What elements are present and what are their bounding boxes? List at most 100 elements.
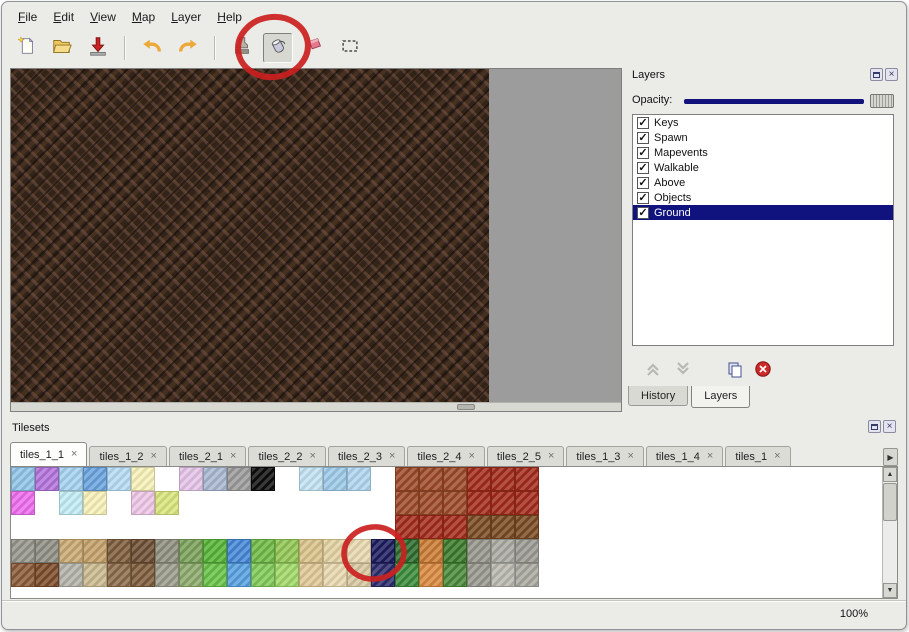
undo-button[interactable] (137, 33, 167, 63)
redo-button[interactable] (173, 33, 203, 63)
tile-0-5[interactable] (131, 467, 155, 491)
palette-vertical-scrollbar[interactable]: ▲ ▼ (882, 467, 897, 598)
opacity-slider-handle[interactable] (870, 94, 894, 108)
tile-4-11[interactable] (275, 563, 299, 587)
tile-3-0[interactable] (11, 539, 35, 563)
tile-0-21[interactable] (515, 467, 539, 491)
tile-2-4[interactable] (107, 515, 131, 539)
tile-2-17[interactable] (419, 515, 443, 539)
tile-1-1[interactable] (35, 491, 59, 515)
tile-1-20[interactable] (491, 491, 515, 515)
tile-0-19[interactable] (467, 467, 491, 491)
tile-0-7[interactable] (179, 467, 203, 491)
tab-close-icon[interactable]: × (71, 449, 77, 460)
tile-0-3[interactable] (83, 467, 107, 491)
tile-2-7[interactable] (179, 515, 203, 539)
layer-row-ground[interactable]: ✓Ground (633, 205, 893, 220)
layer-visibility-checkbox[interactable]: ✓ (637, 207, 649, 219)
menu-item-view[interactable]: View (82, 8, 124, 26)
tile-4-9[interactable] (227, 563, 251, 587)
tile-2-16[interactable] (395, 515, 419, 539)
tile-3-3[interactable] (83, 539, 107, 563)
tile-4-19[interactable] (467, 563, 491, 587)
tile-3-5[interactable] (131, 539, 155, 563)
tile-0-15[interactable] (371, 467, 395, 491)
tab-close-icon[interactable]: × (707, 451, 713, 462)
tile-0-13[interactable] (323, 467, 347, 491)
tile-2-6[interactable] (155, 515, 179, 539)
tile-3-9[interactable] (227, 539, 251, 563)
tab-close-icon[interactable]: × (389, 451, 395, 462)
tile-3-12[interactable] (299, 539, 323, 563)
tile-3-1[interactable] (35, 539, 59, 563)
tab-scroll-right-button[interactable]: ▶ (883, 448, 898, 466)
tileset-tab-tiles_1[interactable]: tiles_1× (725, 446, 790, 466)
tileset-tab-tiles_2_3[interactable]: tiles_2_3× (328, 446, 405, 466)
tile-3-18[interactable] (443, 539, 467, 563)
tile-1-18[interactable] (443, 491, 467, 515)
tile-4-0[interactable] (11, 563, 35, 587)
tile-2-11[interactable] (275, 515, 299, 539)
tile-0-8[interactable] (203, 467, 227, 491)
tile-3-11[interactable] (275, 539, 299, 563)
float-panel-button[interactable] (868, 420, 881, 433)
float-panel-button[interactable] (870, 68, 883, 81)
tile-0-11[interactable] (275, 467, 299, 491)
tile-0-0[interactable] (11, 467, 35, 491)
open-map-button[interactable] (47, 33, 77, 63)
tab-close-icon[interactable]: × (627, 451, 633, 462)
tile-2-14[interactable] (347, 515, 371, 539)
select-tool-button[interactable] (335, 33, 365, 63)
tile-3-17[interactable] (419, 539, 443, 563)
tile-2-3[interactable] (83, 515, 107, 539)
tile-1-0[interactable] (11, 491, 35, 515)
tile-1-6[interactable] (155, 491, 179, 515)
tile-1-7[interactable] (179, 491, 203, 515)
tile-2-10[interactable] (251, 515, 275, 539)
menu-item-layer[interactable]: Layer (163, 8, 209, 26)
tile-4-17[interactable] (419, 563, 443, 587)
tab-close-icon[interactable]: × (468, 451, 474, 462)
layer-row-walkable[interactable]: ✓Walkable (633, 160, 893, 175)
tile-3-10[interactable] (251, 539, 275, 563)
tile-2-20[interactable] (491, 515, 515, 539)
tile-0-14[interactable] (347, 467, 371, 491)
tile-4-13[interactable] (323, 563, 347, 587)
tile-3-15[interactable] (371, 539, 395, 563)
stamp-tool-button[interactable] (227, 33, 257, 63)
tile-0-12[interactable] (299, 467, 323, 491)
tile-2-5[interactable] (131, 515, 155, 539)
tile-0-2[interactable] (59, 467, 83, 491)
tile-4-21[interactable] (515, 563, 539, 587)
tile-3-19[interactable] (467, 539, 491, 563)
tab-close-icon[interactable]: × (151, 451, 157, 462)
layer-visibility-checkbox[interactable]: ✓ (637, 132, 649, 144)
tile-3-2[interactable] (59, 539, 83, 563)
close-panel-button[interactable]: × (885, 68, 898, 81)
tab-layers[interactable]: Layers (691, 386, 750, 408)
layer-row-spawn[interactable]: ✓Spawn (633, 130, 893, 145)
tile-1-10[interactable] (251, 491, 275, 515)
tile-4-7[interactable] (179, 563, 203, 587)
tile-1-4[interactable] (107, 491, 131, 515)
tile-4-10[interactable] (251, 563, 275, 587)
tile-2-21[interactable] (515, 515, 539, 539)
duplicate-layer-button[interactable] (722, 357, 748, 381)
tile-2-8[interactable] (203, 515, 227, 539)
scroll-down-button[interactable]: ▼ (883, 583, 897, 598)
layer-visibility-checkbox[interactable]: ✓ (637, 117, 649, 129)
tile-1-3[interactable] (83, 491, 107, 515)
tile-2-9[interactable] (227, 515, 251, 539)
tile-0-9[interactable] (227, 467, 251, 491)
tileset-tab-tiles_1_1[interactable]: tiles_1_1× (10, 442, 87, 466)
tile-4-20[interactable] (491, 563, 515, 587)
map-horizontal-scrollbar[interactable] (11, 402, 621, 411)
delete-layer-button[interactable] (750, 357, 776, 381)
tile-1-19[interactable] (467, 491, 491, 515)
fill-tool-button[interactable] (263, 33, 293, 63)
tile-1-21[interactable] (515, 491, 539, 515)
tile-2-1[interactable] (35, 515, 59, 539)
tile-2-19[interactable] (467, 515, 491, 539)
tile-4-15[interactable] (371, 563, 395, 587)
tile-2-2[interactable] (59, 515, 83, 539)
